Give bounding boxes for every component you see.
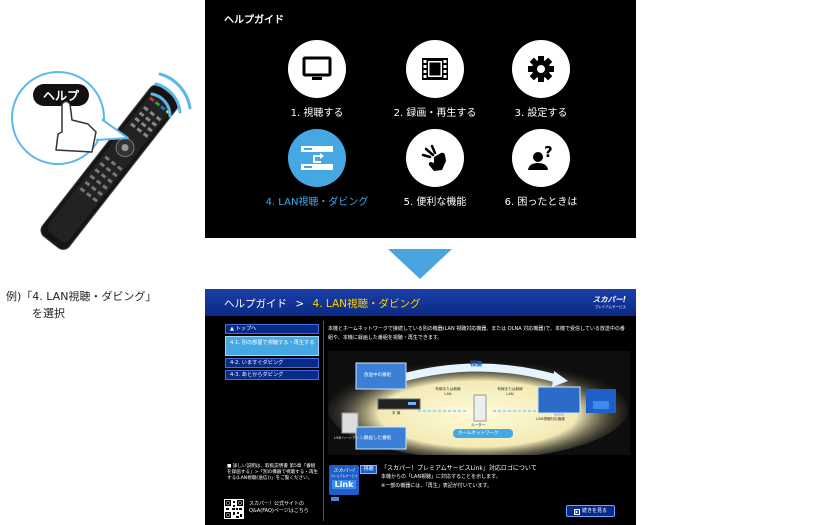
nav-item-dub-now[interactable]: 4-2. いますぐダビング (225, 358, 319, 368)
help-page-header: ヘルプガイド > 4. LAN視聴・ダビング スカパー! プレミアムサービス (205, 289, 636, 316)
diagram-label-wired-2: 有線または無線LAN (497, 387, 523, 396)
question-person-icon: ? (512, 129, 570, 187)
tv-icon (288, 40, 346, 98)
brand-logo-main: スカパー! (592, 295, 626, 304)
lan-help-page-screen: ヘルプガイド > 4. LAN視聴・ダビング スカパー! プレミアムサービス ▲… (205, 289, 636, 525)
example-caption: 例)「4. LAN視聴・ダビング」 を選択 (6, 288, 156, 322)
diagram-label-router: ルーター (471, 423, 486, 427)
menu-title: ヘルプガイド (224, 15, 284, 26)
help-guide-menu-screen: ヘルプガイド 1. 視聴する 2. 録画・再生する 3. 設定する 4. LAN… (205, 0, 636, 238)
link-desc-line1: 本機からの「LAN視聴」に対応することを示します。 (381, 474, 501, 480)
content-divider (323, 321, 324, 521)
nav-item-watch-other-room[interactable]: 4-1. 別の部屋で視聴する・再生する (225, 336, 319, 356)
home-network-diagram: 放送中の番組 視聴 有線または無線LAN 有線または無線LAN 本 機 ルーター… (328, 351, 630, 455)
diagram-label-lan-device: LAN視聴対応機器 (536, 417, 565, 421)
manual-reference-note: ■ 詳しい説明は、取扱説明書 第5章「番組を録画する」>「別の機器で視聴する・再… (227, 464, 319, 481)
help-side-nav: ▲ トップへ 4-1. 別の部屋で視聴する・再生する 4-2. いますぐダビング… (225, 324, 319, 382)
help-button-label: ヘルプ (42, 89, 79, 103)
menu-item-label: 6. 困ったときは (504, 197, 578, 208)
menu-item-settings[interactable]: 3. 設定する (476, 40, 606, 119)
menu-item-troubleshooting[interactable]: ? 6. 困ったときは (476, 129, 606, 208)
breadcrumb: ヘルプガイド > 4. LAN視聴・ダビング (224, 296, 420, 311)
film-icon (406, 40, 464, 98)
continue-reading-button[interactable]: ▶ 続きを見る (566, 505, 615, 517)
nav-item-dub-later[interactable]: 4-3. あとからダビング (225, 370, 319, 380)
premium-service-link-logo: スカパー! プレミアムサービス Link (329, 465, 359, 495)
menu-item-label: 3. 設定する (514, 108, 568, 119)
diagram-label-recorded: 録画した番組 (364, 436, 391, 441)
qr-caption: スカパー！公式サイトのQ&A(FAQ)ページはこちら (249, 501, 309, 514)
menu-item-watch[interactable]: 1. 視聴する (252, 40, 382, 119)
remote-illustration: ヘルプ (0, 0, 205, 250)
link-logo-description: 本機からの「LAN視聴」に対応することを示します。 ※一部の機器には、「再生」表… (381, 473, 626, 491)
link-logo-word: Link (332, 480, 356, 489)
gear-icon (512, 40, 570, 98)
example-caption-line2: を選択 (32, 307, 65, 320)
diagram-label-broadcast: 放送中の番組 (364, 373, 391, 378)
remote-control-icon (11, 71, 192, 250)
svg-text:?: ? (544, 143, 553, 161)
play-icon: ▶ (573, 509, 580, 515)
example-caption-line1: 例)「4. LAN視聴・ダビング」 (6, 290, 157, 303)
qr-code-icon (224, 499, 244, 519)
down-arrow-icon (388, 249, 452, 279)
nav-item-back-to-top[interactable]: ▲ トップへ (225, 324, 319, 334)
diagram-label-usb-hdd: USBハードディスク (334, 436, 367, 440)
link-desc-line2: ※一部の機器には、「再生」表記が付いています。 (381, 483, 493, 489)
link-logo-title: 「スカパー！プレミアムサービスLink」対応ロゴについて (381, 465, 537, 472)
lan-icon (288, 129, 346, 187)
breadcrumb-current: 4. LAN視聴・ダビング (312, 298, 421, 310)
diagram-label-view: 視聴 (470, 361, 483, 368)
lan-description-text: 本機とホームネットワークで接続している別の機器(LAN 視聴対応機器、または D… (328, 326, 625, 341)
diagram-label-home-network: ホームネットワーク (458, 431, 499, 436)
view-badge: 視聴 (360, 465, 377, 474)
hand-tap-icon (406, 129, 464, 187)
breadcrumb-separator: > (295, 298, 305, 310)
brand-logo: スカパー! プレミアムサービス (593, 294, 626, 310)
link-logo-badge (331, 497, 339, 501)
continue-button-label: 続きを見る (581, 508, 607, 514)
link-logo-main: スカパー! (332, 468, 355, 474)
breadcrumb-root[interactable]: ヘルプガイド (224, 298, 287, 310)
diagram-label-unit: 本 機 (392, 411, 401, 415)
diagram-label-wired-1: 有線または無線LAN (435, 387, 461, 396)
brand-logo-sub: プレミアムサービス (594, 305, 626, 309)
menu-item-label: 1. 視聴する (290, 108, 344, 119)
link-logo-sub: プレミアムサービス (330, 474, 358, 478)
